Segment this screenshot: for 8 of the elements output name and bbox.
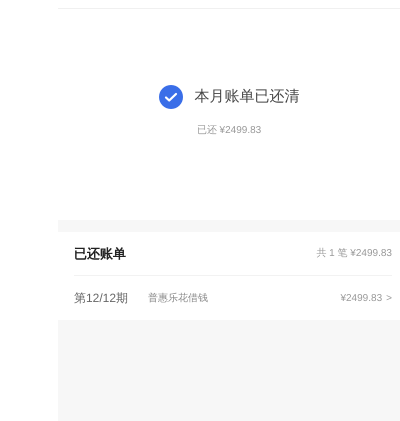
bill-summary: 共 1 笔 ¥2499.83 bbox=[316, 246, 392, 261]
bill-name: 普惠乐花借钱 bbox=[148, 292, 208, 306]
bill-amount: ¥2499.83 bbox=[340, 292, 382, 306]
paid-amount: 已还 ¥2499.83 bbox=[196, 124, 262, 138]
bill-period: 第12/12期 bbox=[74, 290, 130, 307]
chevron-icon: > bbox=[386, 290, 392, 306]
status-title: 本月账单已还清 bbox=[194, 86, 300, 107]
section-title: 已还账单 bbox=[74, 244, 126, 263]
